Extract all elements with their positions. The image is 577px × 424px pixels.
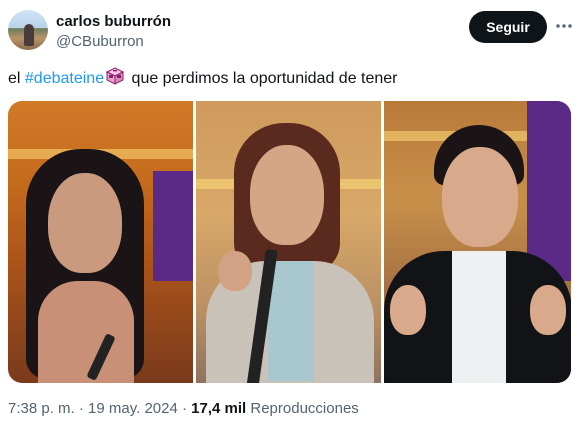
ballot-box-icon: [105, 66, 125, 92]
tweet-timestamp: 7:38 p. m. · 19 may. 2024 · 17,4 mil Rep…: [8, 400, 359, 417]
hand-right: [530, 285, 566, 335]
avatar-figure: [24, 24, 34, 46]
tweet-text-after: que perdimos la oportunidad de tener: [127, 70, 398, 87]
tweet-text: el #debateine que perdimos la oportunida…: [8, 66, 398, 92]
backdrop-panel: [527, 101, 571, 281]
hashtag-link[interactable]: #debateine: [25, 70, 104, 87]
tweet-date[interactable]: 19 may. 2024: [88, 400, 178, 417]
separator: ·: [74, 400, 89, 417]
face: [442, 147, 518, 247]
views-label: Reproducciones: [246, 400, 359, 417]
tweet-time[interactable]: 7:38 p. m.: [8, 400, 75, 417]
face: [48, 173, 122, 273]
author-handle[interactable]: @CBuburron: [56, 33, 144, 50]
avatar[interactable]: [8, 10, 48, 50]
face: [250, 145, 324, 245]
shirt: [452, 251, 506, 383]
views-count: 17,4 mil: [191, 400, 247, 417]
shoulders: [38, 281, 134, 383]
media-panel-center[interactable]: [196, 101, 381, 383]
separator: ·: [177, 400, 192, 417]
blouse: [268, 261, 314, 381]
author-name[interactable]: carlos buburrón: [56, 13, 171, 30]
tweet-text-before: el: [8, 70, 25, 87]
media-grid[interactable]: [8, 101, 571, 383]
media-panel-right[interactable]: [384, 101, 571, 383]
hand-left: [390, 285, 426, 335]
more-options-icon[interactable]: [555, 17, 573, 35]
media-panel-left[interactable]: [8, 101, 193, 383]
follow-button[interactable]: Seguir: [469, 11, 547, 43]
raised-hand: [218, 251, 252, 291]
backdrop-panel: [153, 171, 193, 281]
